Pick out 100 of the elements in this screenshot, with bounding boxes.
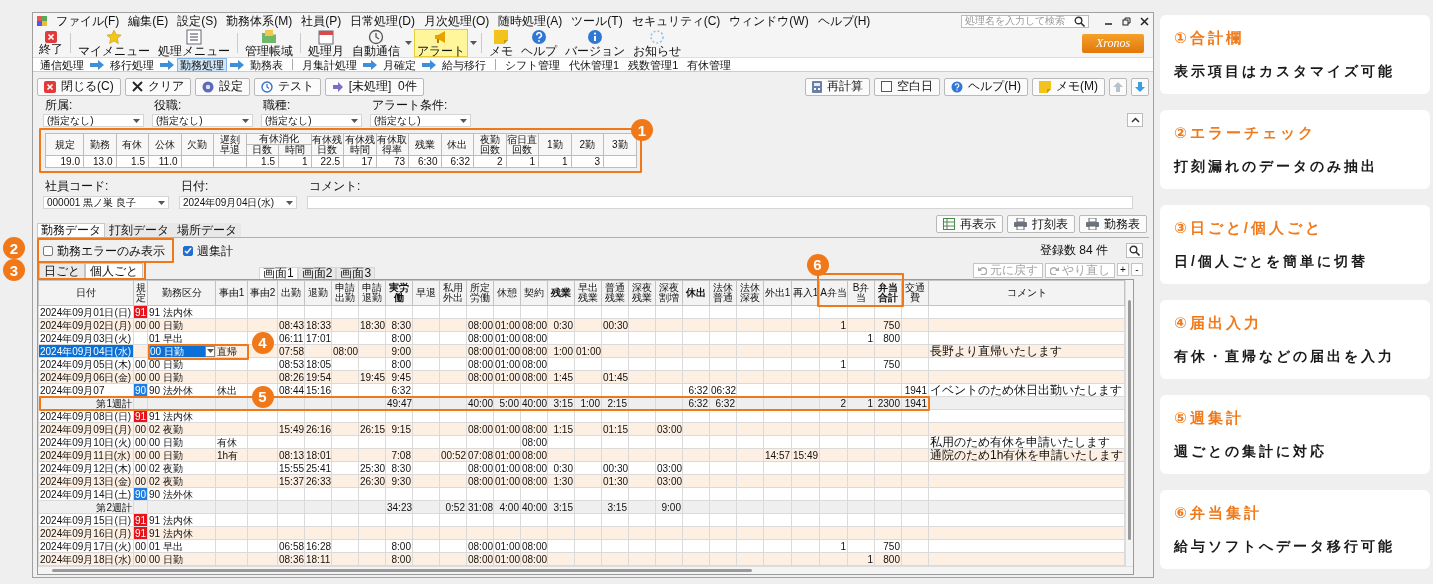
restore-icon[interactable] xyxy=(1122,16,1131,26)
dropdown[interactable]: 2024年09月04日(水) xyxy=(179,196,297,209)
blank-day-button[interactable]: 空白日 xyxy=(874,77,941,96)
tab[interactable]: 場所データ xyxy=(173,223,241,237)
table-cell: 00 日勤 xyxy=(147,435,216,449)
table-cell: 08:00 xyxy=(520,435,548,449)
zoom-out-button[interactable]: - xyxy=(1131,263,1143,276)
search-field[interactable]: 処理名を入力して検索 xyxy=(961,14,1089,28)
column-header: 休憩 xyxy=(493,280,521,306)
nav-link[interactable]: 月集計処理 xyxy=(299,57,360,72)
toolbar-button[interactable]: お知らせ xyxy=(630,29,684,57)
punch-sheet-button[interactable]: 打刻表 xyxy=(1007,215,1075,233)
menu-item[interactable]: 随時処理(A) xyxy=(498,13,563,29)
nav-link[interactable]: 通信処理 xyxy=(37,57,87,72)
tab[interactable]: 画面2 xyxy=(297,267,337,279)
toolbar-button[interactable]: 管理帳域 xyxy=(242,29,296,57)
caret-icon xyxy=(133,118,140,123)
menu-item[interactable]: ヘルプ(H) xyxy=(817,13,871,29)
menu-item[interactable]: ウィンドウ(W) xyxy=(729,13,809,29)
menu-item[interactable]: 日常処理(D) xyxy=(350,13,415,29)
table-cell: 18:05 xyxy=(304,357,332,371)
work-sheet-button[interactable]: 勤務表 xyxy=(1079,215,1147,233)
menu-item[interactable]: 社員(P) xyxy=(301,13,342,29)
segment-button[interactable]: 個人ごと xyxy=(85,263,143,279)
table-cell: 08:00 xyxy=(466,331,494,345)
toolbar-button[interactable]: メモ xyxy=(486,29,516,57)
refresh-button[interactable]: 再表示 xyxy=(936,215,1003,233)
nav-link[interactable]: シフト管理 xyxy=(502,57,563,72)
search-button[interactable] xyxy=(1126,243,1143,258)
menu-item[interactable]: ツール(T) xyxy=(571,13,623,29)
nav-link[interactable]: 給与移行 xyxy=(439,57,489,72)
dropdown[interactable]: (指定なし) xyxy=(43,114,144,127)
toolbar-button[interactable]: アラート xyxy=(414,29,468,57)
app-icon xyxy=(37,16,47,26)
menu-item[interactable]: 勤務体系(M) xyxy=(226,13,293,29)
toolbar-button[interactable]: 処理月 xyxy=(305,29,347,57)
table-cell: 1:45 xyxy=(547,370,575,384)
arrow-icon xyxy=(331,80,344,93)
toolbar-button[interactable]: ヘルプ xyxy=(518,29,560,57)
test-button[interactable]: テスト xyxy=(253,77,321,96)
toolbar-button[interactable]: 処理メニュー xyxy=(155,29,233,57)
search-icon xyxy=(1074,15,1085,27)
table-cell: 26:33 xyxy=(304,474,332,488)
table-cell: 1 xyxy=(819,318,848,332)
nav-link[interactable]: 勤務表 xyxy=(247,57,286,72)
column-header: 残業 xyxy=(414,139,435,150)
tab[interactable]: 画面3 xyxy=(336,267,376,279)
toolbar-button[interactable]: マイメニュー xyxy=(75,29,153,57)
field-label: コメント: xyxy=(308,180,362,193)
segment-button[interactable]: 日ごと xyxy=(39,263,85,279)
close-button[interactable]: 閉じる(C) xyxy=(37,77,121,96)
settings-button[interactable]: 設定 xyxy=(194,77,250,96)
tab[interactable]: 打刻データ xyxy=(105,223,173,237)
table-cell: 00 xyxy=(133,318,148,332)
tab[interactable]: 画面1 xyxy=(259,267,298,279)
table-cell: 26:30 xyxy=(358,474,386,488)
toolbar-button[interactable]: バージョン xyxy=(562,29,628,57)
tab[interactable]: 勤務データ xyxy=(37,223,105,237)
table-cell: 01:00 xyxy=(493,474,521,488)
menu-item[interactable]: 編集(E) xyxy=(128,13,169,29)
menu-item[interactable]: ファイル(F) xyxy=(56,13,120,29)
toolbar-button[interactable]: 自動通信 xyxy=(349,29,403,57)
checkbox[interactable] xyxy=(183,245,193,256)
nav-link[interactable]: 移行処理 xyxy=(107,57,157,72)
table-cell: 18:01 xyxy=(304,448,332,462)
recalculate-button[interactable]: 再計算 xyxy=(805,77,871,96)
nav-link[interactable]: 有休管理 xyxy=(684,57,735,72)
caret-icon[interactable] xyxy=(405,41,412,45)
table-cell: 00:52 xyxy=(439,448,467,462)
menu-item[interactable]: 設定(S) xyxy=(177,13,218,29)
nav-link[interactable]: 残数管理1 xyxy=(625,57,682,72)
column-header: A弁当 xyxy=(819,280,848,306)
close-icon[interactable] xyxy=(1140,16,1149,26)
dropdown[interactable]: 000001 黒ノ巣 良子 xyxy=(43,196,169,209)
nav-link[interactable]: 代休管理1 xyxy=(566,57,623,72)
clear-button[interactable]: クリア xyxy=(124,77,191,96)
dropdown[interactable]: (指定なし) xyxy=(261,114,362,127)
comment-field[interactable] xyxy=(307,196,1133,209)
nav-link[interactable]: 月確定 xyxy=(380,57,419,72)
scroll-down-button[interactable] xyxy=(1131,77,1149,96)
table-cell: 08:00 xyxy=(466,318,494,332)
card-text: 有休・直帰などの届出を入力 xyxy=(1174,347,1396,366)
table-cell: 02 夜勤 xyxy=(147,474,216,488)
menu-item[interactable]: 月次処理(O) xyxy=(424,13,490,29)
menu-item[interactable]: セキュリティ(C) xyxy=(631,13,721,29)
column-header: 外出1 xyxy=(763,280,792,306)
dropdown[interactable]: (指定なし) xyxy=(152,114,253,127)
table-cell: 08:43 xyxy=(277,318,305,332)
table-cell: 800 xyxy=(874,552,902,566)
toolbar-button[interactable]: 終了 xyxy=(36,29,66,57)
table-cell: 06:58 xyxy=(277,539,305,553)
help-button[interactable]: ヘルプ(H) xyxy=(944,77,1028,96)
memo-button[interactable]: メモ(M) xyxy=(1032,77,1105,96)
pending-button[interactable]: [未処理] 0件 xyxy=(324,77,424,96)
table-cell: 90 法外休 xyxy=(147,487,216,501)
caret-icon[interactable] xyxy=(470,41,477,45)
collapse-button[interactable] xyxy=(1127,113,1143,127)
zoom-in-button[interactable]: + xyxy=(1117,263,1129,276)
dropdown[interactable]: (指定なし) xyxy=(370,114,471,127)
checkbox[interactable] xyxy=(43,245,53,256)
